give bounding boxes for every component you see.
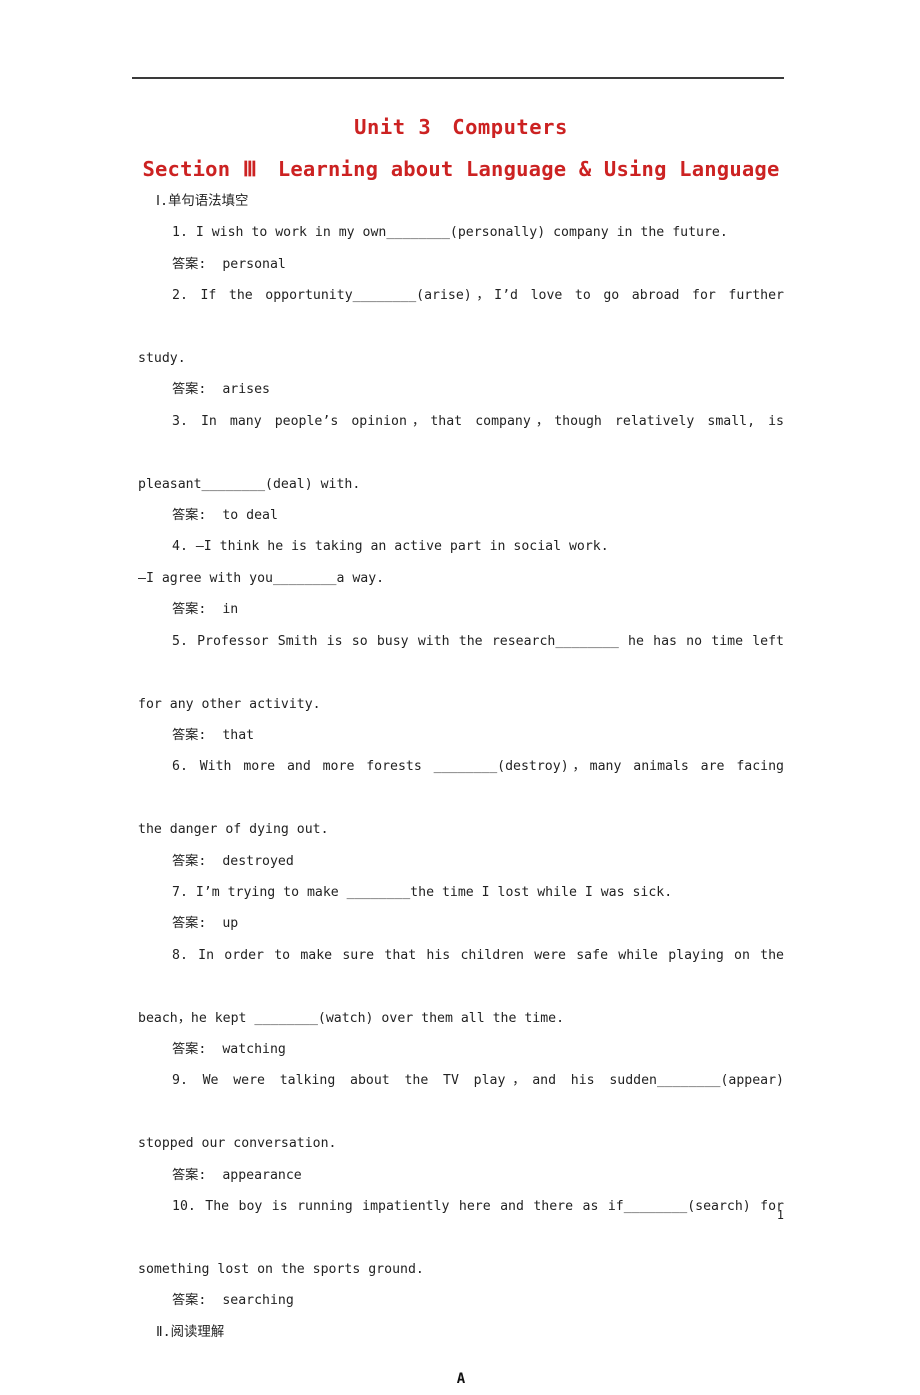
- answer-item-10: 答案: searching: [138, 1285, 784, 1316]
- answer-label: 答案:: [172, 853, 207, 869]
- answer-item-2: 答案: arises: [138, 374, 784, 405]
- answer-label: 答案:: [172, 508, 207, 524]
- answer-item-1: 答案: personal: [138, 249, 784, 280]
- question-item-2-cont: study.: [138, 351, 186, 367]
- question-item-10-cont: something lost on the sports ground.: [138, 1261, 424, 1277]
- answer-value: watching: [222, 1041, 286, 1057]
- answer-item-9: 答案: appearance: [138, 1160, 784, 1191]
- section-two-heading: Ⅱ.阅读理解: [156, 1324, 225, 1340]
- document-content: Unit 3 Computers Section Ⅲ Learning abou…: [138, 110, 784, 1395]
- answer-value: destroyed: [222, 853, 294, 869]
- question-item-3-cont: pleasant________(deal) with.: [138, 476, 361, 492]
- answer-label: 答案:: [172, 382, 207, 398]
- page-number: 1: [776, 1208, 784, 1222]
- question-item-6: 6. With more and more forests ________(d…: [172, 759, 784, 775]
- question-item-10: 10. The boy is running impatiently here …: [172, 1199, 784, 1214]
- question-item-5-cont: for any other activity.: [138, 696, 321, 712]
- answer-label: 答案:: [172, 602, 207, 618]
- document-page: Unit 3 Computers Section Ⅲ Learning abou…: [0, 0, 920, 1387]
- question-item-3: 3. In many people’s opinion，that company…: [172, 413, 784, 429]
- answer-label: 答案:: [172, 916, 207, 932]
- passage-label-a: A: [456, 1371, 466, 1388]
- answer-value: searching: [222, 1293, 294, 1309]
- question-item-7: 7. I’m trying to make ________the time I…: [172, 884, 673, 900]
- question-item-1: 1. I wish to work in my own________(pers…: [172, 225, 728, 241]
- answer-value: up: [222, 916, 239, 932]
- answer-value: appearance: [222, 1167, 302, 1183]
- answer-item-3: 答案: to deal: [138, 500, 784, 531]
- question-item-8-cont: beach，he kept ________(watch) over them …: [138, 1010, 565, 1026]
- answer-label: 答案:: [172, 1293, 207, 1309]
- answer-item-8: 答案: watching: [138, 1034, 784, 1065]
- question-item-4: 4. —I think he is taking an active part …: [172, 539, 609, 555]
- answer-value: personal: [222, 256, 286, 272]
- section-one-heading: Ⅰ.单句语法填空: [156, 194, 249, 209]
- answer-item-5: 答案: that: [138, 720, 784, 751]
- question-item-8: 8. In order to make sure that his childr…: [172, 947, 784, 963]
- question-item-2: 2. If the opportunity________(arise)，I’d…: [172, 288, 784, 304]
- answer-label: 答案:: [172, 727, 207, 743]
- answer-value: in: [222, 602, 239, 618]
- question-item-4-cont: —I agree with you________a way.: [138, 570, 385, 586]
- answer-item-6: 答案: destroyed: [138, 846, 784, 877]
- question-item-5: 5. Professor Smith is so busy with the r…: [172, 633, 784, 649]
- question-item-6-cont: the danger of dying out.: [138, 822, 329, 838]
- answer-item-4: 答案: in: [138, 594, 784, 625]
- page-subtitle: Section Ⅲ Learning about Language & Usin…: [142, 157, 780, 181]
- header-divider: [132, 77, 784, 79]
- answer-value: arises: [222, 382, 270, 398]
- answer-label: 答案:: [172, 1041, 207, 1057]
- answer-item-7: 答案: up: [138, 908, 784, 939]
- question-item-9: 9. We were talking about the TV play，and…: [172, 1073, 784, 1089]
- answer-value: to deal: [222, 508, 278, 524]
- answer-value: that: [222, 727, 255, 743]
- answer-label: 答案:: [172, 256, 207, 272]
- page-title: Unit 3 Computers: [354, 115, 568, 139]
- answer-label: 答案:: [172, 1167, 207, 1183]
- question-item-9-cont: stopped our conversation.: [138, 1136, 337, 1152]
